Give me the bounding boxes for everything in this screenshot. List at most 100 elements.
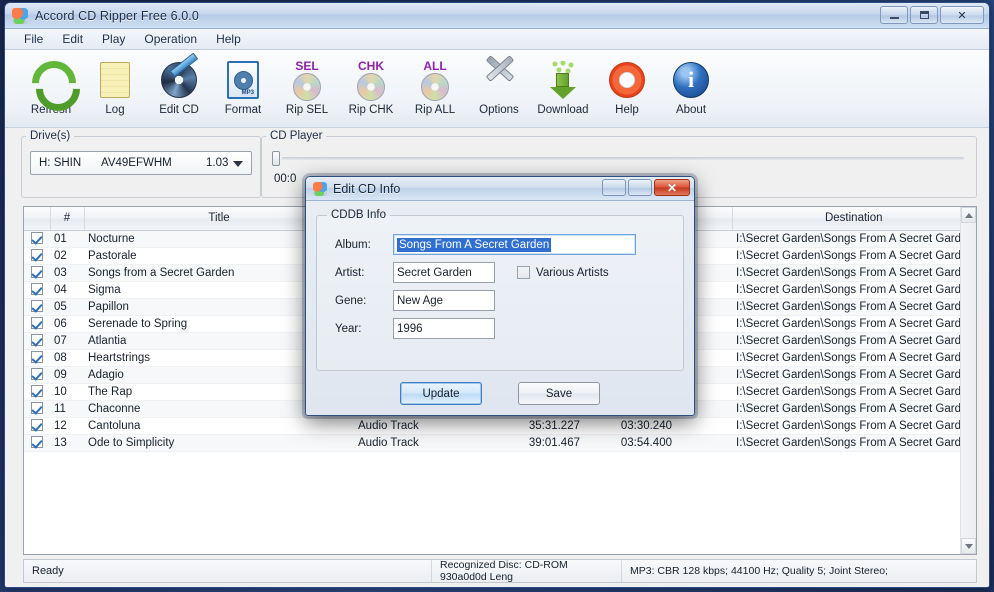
edit-cd-icon — [156, 58, 202, 102]
toolbar-button-help[interactable]: Help — [595, 54, 659, 124]
close-button[interactable]: ✕ — [940, 6, 984, 24]
column-header-number[interactable]: # — [50, 207, 85, 231]
dialog-minimize-button[interactable] — [602, 179, 626, 196]
row-checkbox[interactable] — [24, 400, 50, 418]
toolbar-button-download[interactable]: Download — [531, 54, 595, 124]
minimize-button[interactable] — [880, 6, 908, 24]
status-bar: Ready Recognized Disc: CD-ROM 930a0d0d L… — [23, 559, 977, 583]
row-checkbox[interactable] — [24, 349, 50, 367]
row-checkbox[interactable] — [24, 332, 50, 350]
slider-thumb[interactable] — [272, 151, 280, 166]
menu-item-edit[interactable]: Edit — [53, 30, 92, 48]
toolbar-button-refresh[interactable]: Refresh — [19, 54, 83, 124]
checkbox-icon[interactable] — [31, 232, 43, 244]
row-checkbox[interactable] — [24, 298, 50, 316]
toolbar-button-options[interactable]: Options — [467, 54, 531, 124]
toolbar-button-rip-all[interactable]: ALL Rip ALL — [403, 54, 467, 124]
toolbar-button-rip-sel[interactable]: SEL Rip SEL — [275, 54, 339, 124]
row-number: 04 — [50, 281, 84, 299]
toolbar-button-rip-chk[interactable]: CHK Rip CHK — [339, 54, 403, 124]
status-encoder: MP3: CBR 128 kbps; 44100 Hz; Quality 5; … — [630, 565, 888, 577]
row-spacer2 — [676, 434, 732, 452]
row-checkbox[interactable] — [24, 434, 50, 452]
cd-position-slider[interactable] — [272, 151, 964, 166]
drives-legend: Drive(s) — [30, 130, 71, 142]
checkbox-icon[interactable] — [31, 385, 43, 397]
checkbox-icon[interactable] — [31, 402, 43, 414]
toolbar-label-edit-cd: Edit CD — [159, 104, 199, 116]
year-field[interactable]: 1996 — [393, 318, 495, 339]
maximize-button[interactable] — [910, 6, 938, 24]
row-start-time: 39:01.467 — [492, 434, 584, 452]
row-checkbox[interactable] — [24, 383, 50, 401]
row-checkbox[interactable] — [24, 417, 50, 435]
toolbar-button-format[interactable]: MP3 Format — [211, 54, 275, 124]
checkbox-icon[interactable] — [31, 436, 43, 448]
checkbox-icon[interactable] — [31, 283, 43, 295]
album-field[interactable]: Songs From A Secret Garden — [393, 234, 636, 255]
row-checkbox[interactable] — [24, 247, 50, 265]
scroll-down-button[interactable] — [961, 538, 976, 554]
dialog-close-button[interactable]: ✕ — [654, 179, 690, 196]
checkbox-icon[interactable] — [31, 419, 43, 431]
slider-track — [282, 157, 964, 160]
column-header-destination[interactable]: Destination — [732, 207, 976, 231]
year-label: Year: — [335, 322, 362, 335]
column-header-check[interactable] — [24, 207, 51, 231]
row-number: 01 — [50, 230, 84, 248]
row-checkbox[interactable] — [24, 366, 50, 384]
checkbox-icon[interactable] — [31, 334, 43, 346]
about-info-icon: i — [668, 58, 714, 102]
checkbox-icon[interactable] — [31, 351, 43, 363]
menu-item-play[interactable]: Play — [93, 30, 134, 48]
menu-item-file[interactable]: File — [15, 30, 52, 48]
update-button[interactable]: Update — [400, 382, 482, 405]
chevron-up-icon — [964, 212, 973, 218]
dialog-body: CDDB Info Album: Songs From A Secret Gar… — [306, 201, 694, 415]
row-destination: I:\Secret Garden\Songs From A Secret Gar… — [732, 417, 976, 435]
toolbar-button-edit-cd[interactable]: Edit CD — [147, 54, 211, 124]
row-number: 09 — [50, 366, 84, 384]
status-ready: Ready — [24, 560, 432, 582]
artist-label: Artist: — [335, 266, 365, 279]
menu-item-help[interactable]: Help — [207, 30, 250, 48]
row-destination: I:\Secret Garden\Songs From A Secret Gar… — [732, 298, 976, 316]
table-row[interactable]: 12 Cantoluna Audio Track 35:31.227 03:30.240… — [24, 417, 976, 435]
row-checkbox[interactable] — [24, 264, 50, 282]
drive-select[interactable]: H: SHIN AV49EFWHM 1.03 — [30, 151, 252, 175]
row-checkbox[interactable] — [24, 315, 50, 333]
table-row[interactable]: 13 Ode to Simplicity Audio Track 39:01.467 0… — [24, 434, 976, 452]
save-button[interactable]: Save — [518, 382, 600, 405]
checkbox-icon[interactable] — [31, 249, 43, 261]
window-title: Accord CD Ripper Free 6.0.0 — [35, 8, 199, 23]
toolbar-button-about[interactable]: i About — [659, 54, 723, 124]
toolbar-button-log[interactable]: Log — [83, 54, 147, 124]
checkbox-icon[interactable] — [31, 317, 43, 329]
row-start-time: 35:31.227 — [492, 417, 584, 435]
row-number: 03 — [50, 264, 84, 282]
checkbox-icon[interactable] — [31, 300, 43, 312]
gene-field[interactable]: New Age — [393, 290, 495, 311]
list-scrollbar[interactable] — [960, 207, 976, 554]
help-lifering-icon — [604, 58, 650, 102]
checkbox-icon — [517, 266, 530, 279]
menu-item-operation[interactable]: Operation — [135, 30, 206, 48]
window-controls: ✕ — [880, 6, 984, 24]
gene-label: Gene: — [335, 294, 367, 307]
refresh-icon — [28, 58, 74, 102]
dialog-maximize-button[interactable] — [628, 179, 652, 196]
row-checkbox[interactable] — [24, 281, 50, 299]
scroll-up-button[interactable] — [961, 207, 976, 223]
various-artists-checkbox[interactable]: Various Artists — [517, 266, 609, 279]
status-disc: Recognized Disc: CD-ROM 930a0d0d Leng — [432, 559, 622, 583]
toolbar-label-rip-sel: Rip SEL — [285, 104, 329, 116]
row-number: 12 — [50, 417, 84, 435]
checkbox-icon[interactable] — [31, 368, 43, 380]
drive-version: 1.03 — [206, 157, 229, 169]
row-destination: I:\Secret Garden\Songs From A Secret Gar… — [732, 230, 976, 248]
row-checkbox[interactable] — [24, 230, 50, 248]
toolbar: Refresh Log Edit CD MP3 Format SEL Rip S… — [5, 50, 989, 128]
artist-field[interactable]: Secret Garden — [393, 262, 495, 283]
various-artists-label: Various Artists — [536, 266, 609, 279]
checkbox-icon[interactable] — [31, 266, 43, 278]
